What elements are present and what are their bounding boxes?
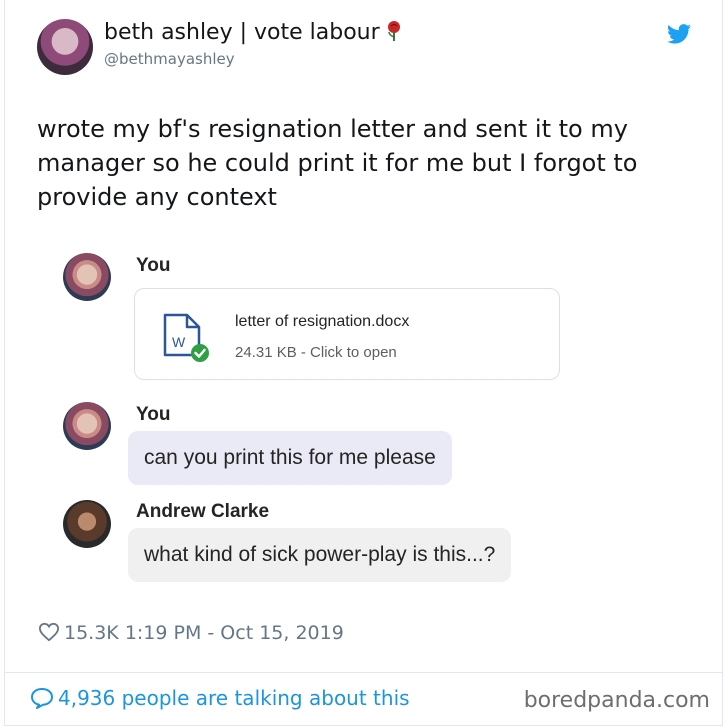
author-name-text: beth ashley | vote labour — [104, 20, 380, 45]
sender-avatar — [63, 402, 111, 450]
message-bubble: can you print this for me please — [128, 431, 452, 485]
author-handle[interactable]: @bethmayashley — [104, 50, 235, 68]
word-document-icon: W — [163, 313, 209, 362]
talking-about-text[interactable]: 4,936 people are talking about this — [58, 686, 410, 710]
sender-avatar — [63, 253, 111, 301]
sender-name: You — [136, 255, 171, 276]
sender-name: Andrew Clarke — [136, 501, 270, 522]
conversation-link[interactable]: 4,936 people are talking about this — [30, 686, 410, 710]
file-icon-letter: W — [172, 334, 186, 350]
watermark: boredpanda.com — [523, 688, 710, 713]
file-meta: 24.31 KB - Click to open — [235, 344, 397, 361]
speech-bubble-icon — [31, 688, 53, 709]
sender-name: You — [136, 404, 171, 425]
rose-icon — [387, 21, 400, 41]
author-avatar[interactable] — [37, 19, 93, 75]
twitter-bird-icon[interactable] — [667, 24, 691, 44]
file-attachment[interactable]: W letter of resignation.docx 24.31 KB - … — [134, 288, 560, 380]
author-name[interactable]: beth ashley | vote labour — [104, 20, 402, 45]
message-bubble: what kind of sick power-play is this...? — [128, 528, 512, 582]
tweet-meta: 15.3K 1:19 PM - Oct 15, 2019 — [38, 622, 344, 644]
divider — [4, 672, 723, 673]
like-count[interactable]: 15.3K — [64, 622, 119, 644]
file-name[interactable]: letter of resignation.docx — [235, 313, 409, 331]
tweet-timestamp[interactable]: 1:19 PM - Oct 15, 2019 — [125, 622, 344, 644]
heart-icon[interactable] — [38, 622, 60, 642]
tweet-text: wrote my bf's resignation letter and sen… — [37, 115, 638, 211]
sender-avatar — [63, 500, 111, 548]
